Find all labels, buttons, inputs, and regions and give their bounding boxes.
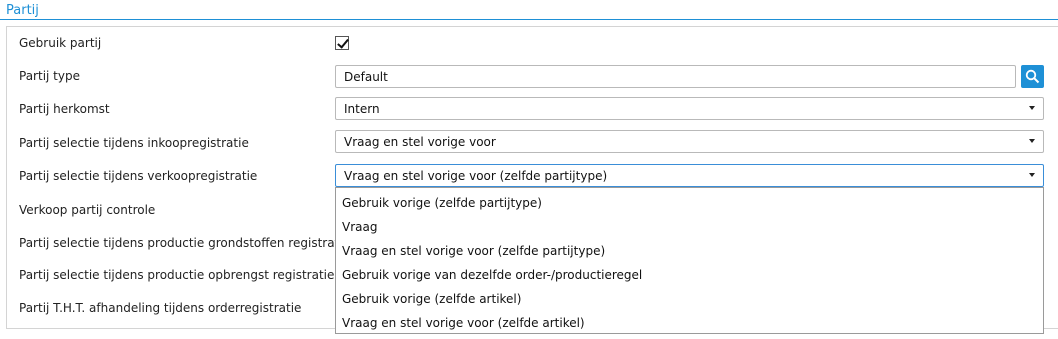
inkoop-selectie-select[interactable]: Vraag en stel vorige voor [335, 130, 1044, 153]
partij-type-value: Default [344, 70, 388, 84]
chevron-down-icon [1029, 106, 1035, 110]
dropdown-option[interactable]: Vraag en stel vorige voor (zelfde artike… [342, 316, 585, 330]
chevron-down-icon [1029, 173, 1035, 177]
section-header: Partij [0, 0, 1058, 20]
verkoop-selectie-value: Vraag en stel vorige voor (zelfde partij… [344, 169, 608, 183]
label-inkoop-selectie: Partij selectie tijdens inkoopregistrati… [19, 136, 249, 150]
chevron-down-icon [1029, 139, 1035, 143]
search-icon [1025, 69, 1040, 84]
label-gebruik-partij: Gebruik partij [19, 36, 102, 50]
label-productie-opbrengst: Partij selectie tijdens productie opbren… [19, 268, 335, 282]
dropdown-option[interactable]: Vraag [342, 220, 377, 234]
inkoop-selectie-value: Vraag en stel vorige voor [344, 135, 496, 149]
dropdown-option[interactable]: Vraag en stel vorige voor (zelfde partij… [342, 244, 605, 258]
label-partij-herkomst: Partij herkomst [19, 102, 110, 116]
label-verkoop-selectie: Partij selectie tijdens verkoopregistrat… [19, 169, 258, 183]
partij-type-input[interactable]: Default [335, 65, 1016, 88]
gebruik-partij-checkbox[interactable] [335, 36, 349, 50]
partij-type-search-button[interactable] [1021, 65, 1044, 88]
label-verkoop-partij-controle: Verkoop partij controle [19, 203, 156, 217]
partij-herkomst-value: Intern [344, 102, 380, 116]
verkoop-selectie-select[interactable]: Vraag en stel vorige voor (zelfde partij… [335, 164, 1044, 187]
dropdown-option[interactable]: Gebruik vorige (zelfde partijtype) [342, 196, 542, 210]
dropdown-option[interactable]: Gebruik vorige van dezelfde order-/produ… [342, 268, 642, 282]
label-tht-afhandeling: Partij T.H.T. afhandeling tijdens orderr… [19, 301, 302, 315]
label-partij-type: Partij type [19, 69, 80, 83]
verkoop-selectie-dropdown: Gebruik vorige (zelfde partijtype) Vraag… [335, 187, 1044, 334]
partij-herkomst-select[interactable]: Intern [335, 97, 1044, 120]
label-productie-grondstoffen: Partij selectie tijdens productie gronds… [19, 236, 350, 250]
dropdown-option[interactable]: Gebruik vorige (zelfde artikel) [342, 292, 521, 306]
section-title: Partij [6, 3, 39, 18]
